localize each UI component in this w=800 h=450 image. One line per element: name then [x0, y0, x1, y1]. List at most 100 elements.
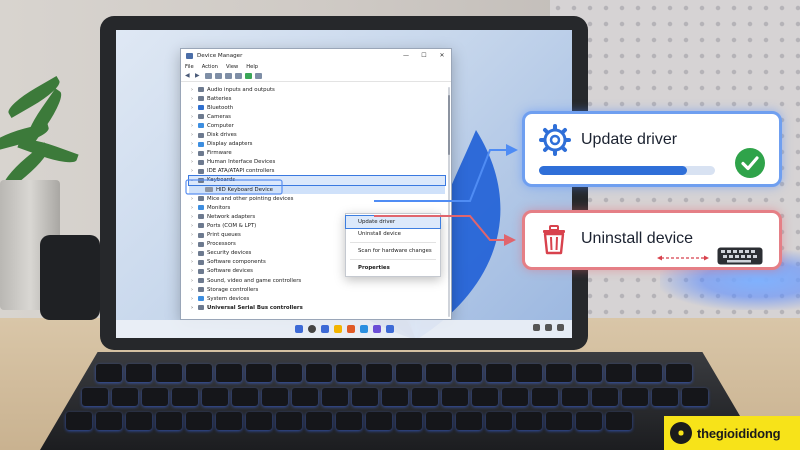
close-button[interactable]: ✕ — [433, 52, 451, 59]
tree-item-ide[interactable]: › IDE ATA/ATAPI controllers — [189, 167, 445, 176]
menu-view[interactable]: View — [226, 64, 238, 70]
chip-icon — [198, 150, 204, 156]
forward-arrow-icon[interactable]: ▶ — [195, 73, 202, 79]
volume-icon[interactable] — [545, 324, 552, 331]
tree-scrollbar[interactable] — [448, 87, 450, 317]
monitor-icon — [198, 205, 204, 211]
update-progress-bar — [539, 166, 715, 175]
menu-divider — [350, 242, 436, 243]
keyboard-row — [82, 388, 708, 406]
tree-item-display-adapters[interactable]: › Display adapters — [189, 140, 445, 149]
trash-icon — [543, 225, 565, 255]
minimize-button[interactable]: — — [397, 52, 415, 59]
tree-item-hid[interactable]: › Human Interface Devices — [189, 158, 445, 167]
wifi-icon[interactable] — [533, 324, 540, 331]
title-bar: Device Manager — ☐ ✕ — [181, 49, 451, 62]
tree-item-computer[interactable]: › Computer — [189, 121, 445, 130]
battery-icon — [198, 96, 204, 102]
component-icon — [198, 259, 204, 265]
device-manager-window: Device Manager — ☐ ✕ File Action View He… — [180, 48, 452, 320]
task-view-icon[interactable] — [320, 325, 329, 333]
menu-action[interactable]: Action — [202, 64, 218, 70]
ctx-scan-hardware[interactable]: Scan for hardware changes — [346, 245, 440, 257]
settings-icon[interactable] — [385, 325, 394, 333]
speaker-icon — [198, 87, 204, 93]
maximize-button[interactable]: ☐ — [415, 52, 433, 59]
tree-item-disk-drives[interactable]: › Disk drives — [189, 130, 445, 139]
update-driver-icon[interactable] — [245, 73, 252, 79]
brand-text: thegioididong — [697, 425, 781, 441]
battery-icon[interactable] — [557, 324, 564, 331]
sound-icon — [198, 278, 204, 284]
menu-file[interactable]: File — [185, 64, 194, 70]
teams-icon[interactable] — [372, 325, 381, 333]
monitor-icon[interactable] — [255, 73, 262, 79]
storage-icon — [198, 287, 204, 293]
controller-icon — [198, 168, 204, 174]
ctx-uninstall-device[interactable]: Uninstall device — [346, 228, 440, 240]
brand-logo: thegioididong — [664, 416, 800, 450]
tree-item-hid-keyboard-device[interactable]: HID Keyboard Device — [189, 185, 445, 195]
start-icon[interactable] — [294, 325, 303, 333]
device-tree: › Audio inputs and outputs › Batteries › Bl… — [188, 85, 446, 315]
laptop-screen: Device Manager — ☐ ✕ File Action View He… — [116, 30, 572, 338]
store-icon[interactable] — [359, 325, 368, 333]
search-icon[interactable] — [307, 325, 316, 333]
tree-item-keyboards[interactable]: ⌄ Keyboards — [188, 174, 446, 187]
keyboard-icon — [205, 187, 213, 193]
tree-item-sound[interactable]: › Sound, video and game controllers — [189, 276, 445, 285]
dashed-arrow-icon — [657, 255, 709, 261]
window-title: Device Manager — [197, 52, 243, 59]
device-manager-icon — [186, 52, 193, 59]
tree-item-monitors[interactable]: › Monitors — [189, 203, 445, 212]
tree-item-audio[interactable]: › Audio inputs and outputs — [189, 85, 445, 94]
security-icon — [198, 250, 204, 256]
update-driver-callout-label: Update driver — [581, 131, 678, 148]
tree-item-system[interactable]: › System devices — [189, 294, 445, 303]
brand-mark-icon — [670, 422, 692, 444]
scan-icon[interactable] — [235, 73, 242, 79]
list-view-icon[interactable] — [215, 73, 222, 79]
uninstall-device-callout-label: Uninstall device — [581, 230, 694, 247]
display-icon — [198, 141, 204, 147]
ctx-update-driver[interactable]: Update driver — [345, 215, 441, 229]
back-arrow-icon[interactable]: ◀ — [185, 73, 192, 79]
keyboard-row — [96, 364, 692, 382]
keyboard-icon — [198, 177, 204, 183]
tree-item-cameras[interactable]: › Cameras — [189, 112, 445, 121]
tree-item-mice[interactable]: › Mice and other pointing devices — [189, 194, 445, 203]
help-icon[interactable] — [225, 73, 232, 79]
properties-icon[interactable] — [205, 73, 212, 79]
cpu-icon — [198, 241, 204, 247]
tree-item-usb[interactable]: › Universal Serial Bus controllers — [189, 303, 445, 312]
tree-item-batteries[interactable]: › Batteries — [189, 94, 445, 103]
network-icon — [198, 214, 204, 220]
port-icon — [198, 223, 204, 229]
bluetooth-icon — [198, 105, 204, 111]
edge-icon[interactable] — [346, 325, 355, 333]
speaker-device — [40, 235, 100, 320]
ctx-properties[interactable]: Properties — [346, 262, 440, 274]
menu-bar: File Action View Help — [181, 62, 451, 71]
uninstall-device-callout: Uninstall device — [522, 210, 782, 270]
context-menu: Update driver Uninstall device Scan for … — [345, 213, 441, 277]
update-progress-fill — [539, 166, 687, 175]
computer-icon — [198, 123, 204, 129]
taskbar — [116, 320, 572, 338]
tree-item-storage[interactable]: › Storage controllers — [189, 285, 445, 294]
file-explorer-icon[interactable] — [333, 325, 342, 333]
usb-icon — [198, 305, 204, 311]
device-icon — [198, 268, 204, 274]
keyboard-row — [66, 412, 632, 430]
keyboard-icon — [717, 247, 763, 265]
disk-icon — [198, 132, 204, 138]
printer-icon — [198, 232, 204, 238]
tree-item-bluetooth[interactable]: › Bluetooth — [189, 103, 445, 112]
check-icon — [735, 148, 765, 178]
menu-help[interactable]: Help — [246, 64, 258, 70]
system-tray — [533, 324, 564, 331]
mouse-icon — [198, 196, 204, 202]
tree-item-firmware[interactable]: › Firmware — [189, 149, 445, 158]
system-icon — [198, 296, 204, 302]
hid-icon — [198, 159, 204, 165]
